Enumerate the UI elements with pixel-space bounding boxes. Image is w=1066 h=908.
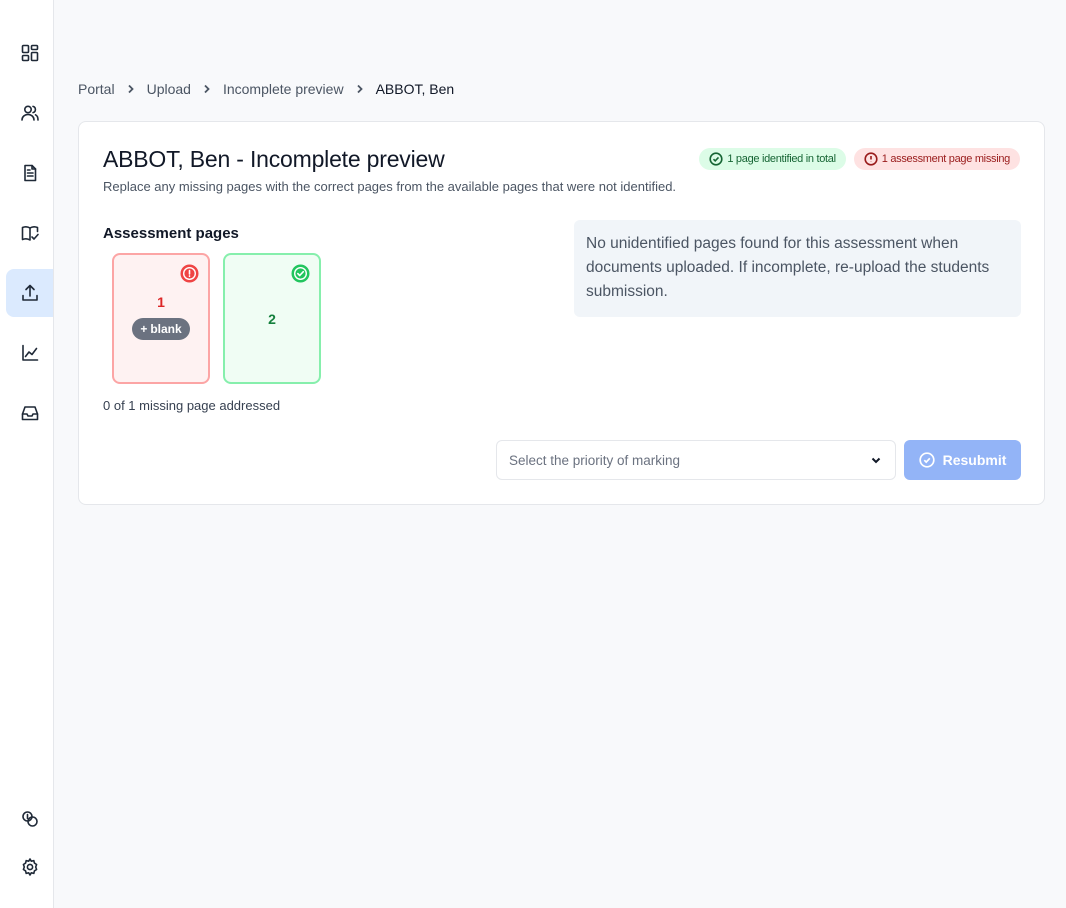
page-title: ABBOT, Ben - Incomplete preview <box>103 146 445 172</box>
assessment-pages-heading: Assessment pages <box>103 225 239 242</box>
page-number: 1 <box>157 293 165 310</box>
breadcrumb: Portal Upload Incomplete preview ABBOT, … <box>78 80 454 98</box>
chevron-down-icon <box>871 457 881 464</box>
sidebar-item-analytics[interactable] <box>6 329 53 377</box>
identified-badge-label: 1 page identified in total <box>727 153 836 165</box>
alert-circle-icon <box>864 152 878 166</box>
unidentified-pages-info: No unidentified pages found for this ass… <box>574 220 1021 317</box>
plus-icon: + <box>140 321 148 336</box>
document-icon <box>23 164 36 182</box>
check-circle-icon <box>709 152 723 166</box>
breadcrumb-portal[interactable]: Portal <box>78 81 115 97</box>
missing-pages-status: 0 of 1 missing page addressed <box>103 398 281 413</box>
chevron-right-icon <box>126 84 136 94</box>
add-blank-label: blank <box>150 321 182 336</box>
sidebar-item-inbox[interactable] <box>6 389 53 437</box>
inbox-icon <box>21 406 38 421</box>
page-tile-identified[interactable]: 2 <box>223 253 321 384</box>
sidebar-item-students[interactable] <box>6 89 53 137</box>
status-badges: 1 page identified in total 1 assessment … <box>699 148 1020 170</box>
check-circle-icon <box>918 452 935 468</box>
page-number: 2 <box>268 310 276 327</box>
upload-icon <box>21 284 38 301</box>
sidebar-item-marking[interactable] <box>6 209 53 257</box>
missing-badge-label: 1 assessment page missing <box>881 153 1011 165</box>
check-icon <box>291 264 310 283</box>
sidebar-item-dashboard[interactable] <box>6 29 53 77</box>
chart-icon <box>21 344 38 361</box>
coins-icon <box>21 811 38 827</box>
sidebar-item-documents[interactable] <box>6 149 53 197</box>
sidebar <box>0 0 54 908</box>
sidebar-item-upload[interactable] <box>6 269 53 317</box>
breadcrumb-upload[interactable]: Upload <box>147 81 191 97</box>
sidebar-item-settings[interactable] <box>6 843 53 891</box>
resubmit-label: Resubmit <box>942 452 1007 468</box>
dashboard-icon <box>21 44 38 62</box>
priority-select-placeholder: Select the priority of marking <box>509 452 681 468</box>
identified-badge: 1 page identified in total <box>699 148 846 170</box>
sidebar-item-credits[interactable] <box>6 795 53 843</box>
page-subtitle: Replace any missing pages with the corre… <box>103 179 677 194</box>
preview-card: ABBOT, Ben - Incomplete preview Replace … <box>78 121 1045 505</box>
breadcrumb-incomplete-preview[interactable]: Incomplete preview <box>223 81 344 97</box>
users-icon <box>20 105 39 121</box>
chevron-right-icon <box>202 84 212 94</box>
page-tile-missing[interactable]: 1 + blank <box>112 253 210 384</box>
resubmit-button[interactable]: Resubmit <box>904 440 1021 480</box>
breadcrumb-current: ABBOT, Ben <box>375 81 455 97</box>
settings-icon <box>22 858 37 876</box>
missing-badge: 1 assessment page missing <box>853 148 1020 170</box>
chevron-right-icon <box>355 84 365 94</box>
book-check-icon <box>21 226 39 241</box>
add-blank-button[interactable]: + blank <box>132 317 190 340</box>
alert-icon <box>180 264 199 283</box>
priority-select[interactable]: Select the priority of marking <box>496 440 896 480</box>
